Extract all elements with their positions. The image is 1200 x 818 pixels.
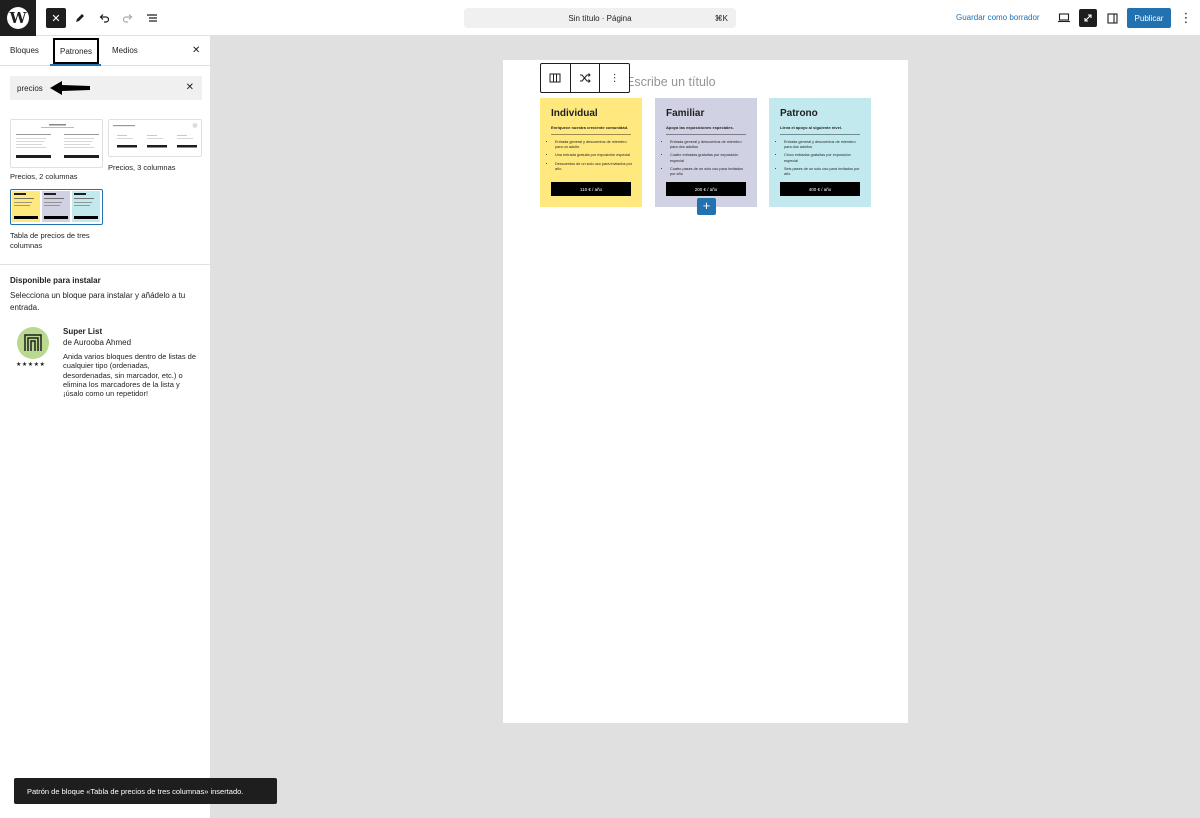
document-title-bar[interactable]: Sin título · Página ⌘K	[464, 8, 736, 28]
plan-subtitle: Enriquece nuestra creciente comunidad.	[551, 125, 629, 130]
feature-item: Entrada general y descuentos de miembro …	[784, 140, 862, 150]
super-list-plugin-icon[interactable]	[17, 327, 49, 359]
edit-tools-button[interactable]	[70, 8, 90, 28]
tab-medios[interactable]: Medios	[112, 46, 138, 55]
block-options-button[interactable]: ⋮	[600, 64, 629, 92]
feature-item: Entrada general y descuentos de miembro …	[670, 140, 748, 150]
top-toolbar: W ✕ Sin título · Página ⌘K Guardar como …	[0, 0, 1200, 36]
active-tab-indicator	[50, 64, 101, 66]
external-icon	[1084, 14, 1092, 22]
add-block-button[interactable]: +	[697, 198, 716, 215]
pattern-precios-3-columnas[interactable]	[108, 119, 202, 157]
pattern-preview	[113, 123, 198, 148]
separator	[780, 134, 860, 135]
super-list-icon	[24, 334, 42, 351]
save-draft-button[interactable]: Guardar como borrador	[956, 13, 1040, 22]
list-view-icon	[147, 14, 157, 22]
plan-name: Patrono	[780, 108, 818, 119]
tab-patrones[interactable]: Patrones	[53, 38, 99, 64]
plan-price-button[interactable]: 400 € / año	[780, 182, 860, 196]
pricing-column-familiar[interactable]: Familiar Apoya las exposiciones especial…	[655, 98, 757, 207]
block-toolbar: ⋮	[540, 63, 630, 93]
options-menu-button[interactable]: ⋮	[1178, 9, 1194, 27]
feature-item: Entrada general y descuentos de miembro …	[555, 140, 633, 150]
redo-icon	[122, 14, 133, 23]
search-value: precios	[17, 84, 43, 93]
plugin-author: de Aurooba Ahmed	[63, 338, 132, 347]
post-title-placeholder[interactable]: Escribe un título	[626, 75, 716, 89]
publish-button[interactable]: Publicar	[1127, 8, 1171, 28]
desktop-icon	[1058, 13, 1070, 23]
separator	[666, 134, 746, 135]
feature-item: Seis pases de un solo uso para invitados…	[784, 167, 862, 177]
pricing-column-patrono[interactable]: Patrono Lleva el apoyo al siguiente nive…	[769, 98, 871, 207]
plan-subtitle: Apoya las exposiciones especiales.	[666, 125, 734, 130]
settings-sidebar-button[interactable]	[1103, 9, 1121, 27]
plan-features: Entrada general y descuentos de miembro …	[784, 140, 862, 180]
plugin-name[interactable]: Super List	[63, 327, 102, 336]
pattern-label: Tabla de precios de tres columnas	[10, 231, 90, 250]
pencil-icon	[76, 14, 84, 22]
feature-item: Una entrada gratuita por exposición espe…	[555, 153, 633, 158]
undo-button[interactable]	[94, 8, 114, 28]
view-link-button[interactable]	[1079, 9, 1097, 27]
feature-item: Descuentos de un solo uso para invitados…	[555, 162, 633, 172]
plan-features: Entrada general y descuentos de miembro …	[555, 140, 633, 175]
sidebar-icon	[1106, 12, 1118, 24]
pattern-preview	[12, 191, 100, 222]
document-title: Sin título · Página	[568, 13, 632, 23]
more-vertical-icon: ⋮	[1179, 10, 1193, 25]
close-inserter-button[interactable]: ✕	[46, 8, 66, 28]
notice-snackbar[interactable]: Patrón de bloque «Tabla de precios de tr…	[14, 778, 277, 804]
plan-name: Individual	[551, 108, 598, 119]
undo-icon	[99, 14, 110, 23]
plus-icon: +	[702, 198, 711, 213]
plan-features: Entrada general y descuentos de miembro …	[670, 140, 748, 180]
document-overview-button[interactable]	[142, 8, 162, 28]
more-vertical-icon: ⋮	[609, 72, 620, 84]
inserter-panel: Bloques Patrones Medios ✕ precios ✕ Prec…	[0, 36, 211, 818]
shuffle-icon	[580, 73, 591, 83]
feature-item: Cinco entradas gratuitas por exposición …	[784, 153, 862, 163]
pattern-precios-2-columnas[interactable]	[10, 119, 103, 168]
pattern-search-input[interactable]: precios ✕	[10, 76, 202, 100]
feature-item: Cuatro entradas gratuitas por exposición…	[670, 153, 748, 163]
pattern-preview	[16, 124, 99, 158]
plan-subtitle: Lleva el apoyo al siguiente nivel.	[780, 125, 843, 130]
separator	[551, 134, 631, 135]
columns-block-button[interactable]	[541, 64, 571, 92]
pricing-column-individual[interactable]: Individual Enriquece nuestra creciente c…	[540, 98, 642, 207]
section-divider	[0, 264, 211, 265]
inserter-tabs: Bloques Patrones Medios ✕	[0, 36, 210, 66]
wordpress-logo-button[interactable]: W	[0, 0, 36, 36]
plan-price-button[interactable]: 200 € / año	[666, 182, 746, 196]
shuffle-button[interactable]	[571, 64, 601, 92]
feature-item: Cuatro pases de un solo uso para invitad…	[670, 167, 748, 177]
plugin-description: Anida varios bloques dentro de listas de…	[63, 352, 197, 399]
install-section-title: Disponible para instalar	[10, 276, 101, 285]
redo-button[interactable]	[118, 8, 138, 28]
close-panel-button[interactable]: ✕	[192, 45, 200, 56]
pattern-label: Precios, 2 columnas	[10, 172, 78, 181]
annotation-arrow-icon	[50, 81, 90, 95]
tab-bloques[interactable]: Bloques	[10, 46, 39, 55]
pattern-tabla-precios-tres-columnas[interactable]	[10, 189, 103, 225]
clear-search-button[interactable]: ✕	[186, 82, 194, 93]
pattern-label: Precios, 3 columnas	[108, 163, 176, 172]
plan-name: Familiar	[666, 108, 705, 119]
plugin-rating-stars: ★★★★★	[16, 362, 46, 368]
command-shortcut: ⌘K	[714, 14, 728, 23]
wordpress-icon: W	[7, 7, 29, 29]
install-section-description: Selecciona un bloque para instalar y añá…	[10, 291, 186, 312]
columns-icon	[549, 73, 561, 83]
plan-price-button[interactable]: 110 € / año	[551, 182, 631, 196]
preview-button[interactable]	[1055, 9, 1073, 27]
